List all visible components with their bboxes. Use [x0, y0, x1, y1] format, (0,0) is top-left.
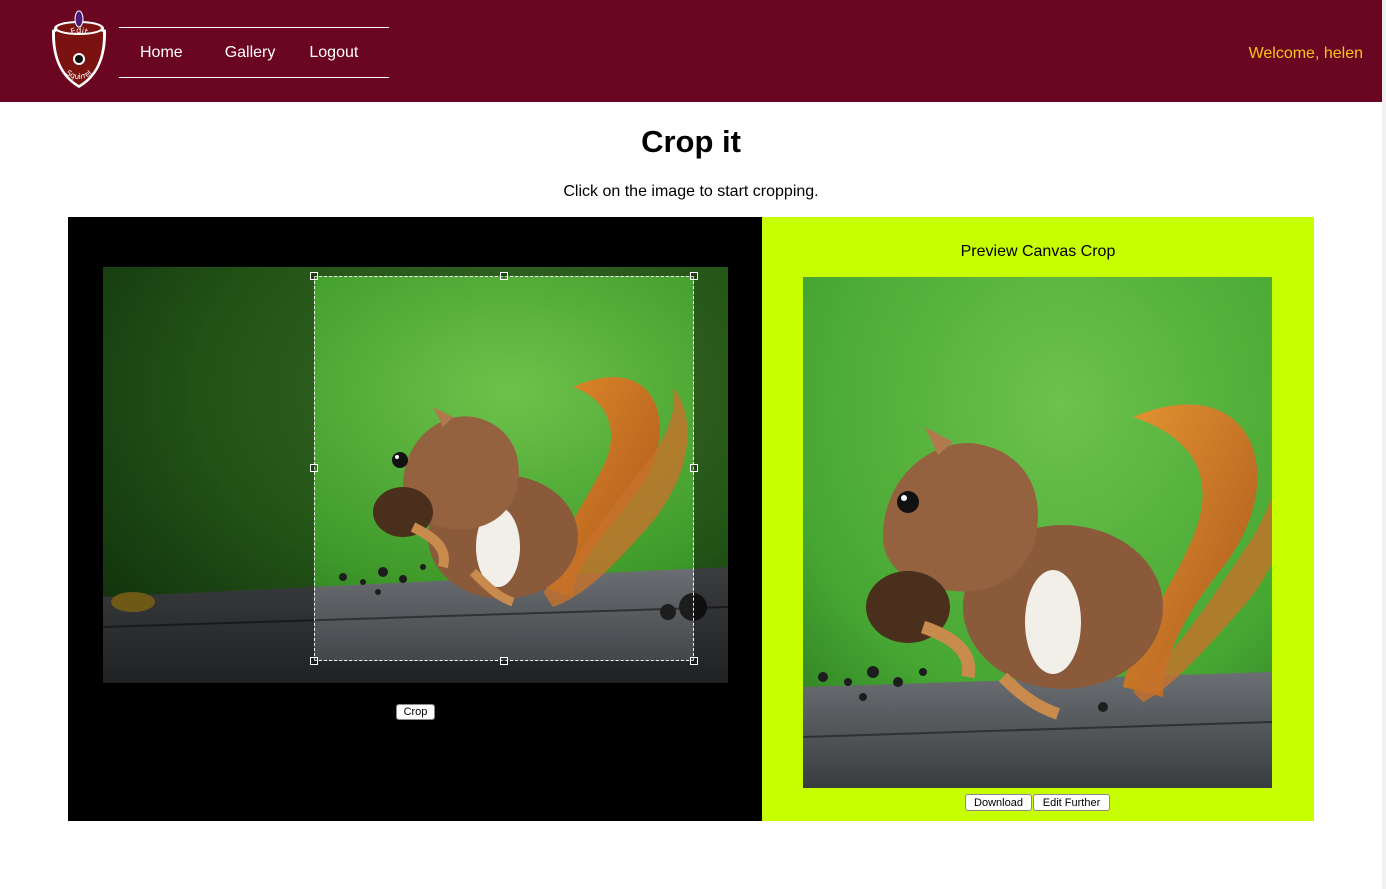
- welcome-message: Welcome, helen: [1248, 45, 1363, 62]
- download-button[interactable]: Download: [965, 794, 1032, 811]
- crop-dim-left: [103, 267, 314, 683]
- navbar: Edit Squirrel Home Gallery Logout Welcom…: [0, 0, 1382, 102]
- svg-text:Edit: Edit: [69, 26, 89, 37]
- crop-instruction: Click on the image to start cropping.: [563, 183, 819, 200]
- crop-dim-right: [694, 267, 728, 683]
- window-scrollbar[interactable]: [1382, 0, 1386, 889]
- crop-button[interactable]: Crop: [396, 704, 435, 720]
- crop-handle-nw[interactable]: [310, 272, 318, 280]
- crop-handle-se[interactable]: [690, 657, 698, 665]
- crop-handle-sw[interactable]: [310, 657, 318, 665]
- preview-canvas-label: Preview Canvas Crop: [960, 243, 1116, 260]
- logo-text-edit: Edit: [69, 26, 89, 37]
- crop-handle-ne[interactable]: [690, 272, 698, 280]
- page-title: Crop it: [641, 124, 741, 159]
- crop-handle-w[interactable]: [310, 464, 318, 472]
- nav-gallery-link[interactable]: Gallery: [225, 44, 276, 62]
- crop-handle-s[interactable]: [500, 657, 508, 665]
- crop-handle-e[interactable]: [690, 464, 698, 472]
- crop-panel: Crop: [68, 217, 762, 821]
- nav-logout-link[interactable]: Logout: [309, 44, 358, 62]
- crop-handle-n[interactable]: [500, 272, 508, 280]
- edit-further-button[interactable]: Edit Further: [1033, 794, 1110, 811]
- preview-canvas: [803, 277, 1272, 788]
- crop-selection-box[interactable]: [310, 272, 698, 665]
- nav-links: Home Gallery Logout: [119, 27, 389, 78]
- preview-panel: Preview Canvas Crop Download Edit Furthe…: [762, 217, 1314, 821]
- nav-home-link[interactable]: Home: [140, 44, 183, 62]
- edit-squirrel-logo[interactable]: Edit Squirrel: [48, 10, 110, 90]
